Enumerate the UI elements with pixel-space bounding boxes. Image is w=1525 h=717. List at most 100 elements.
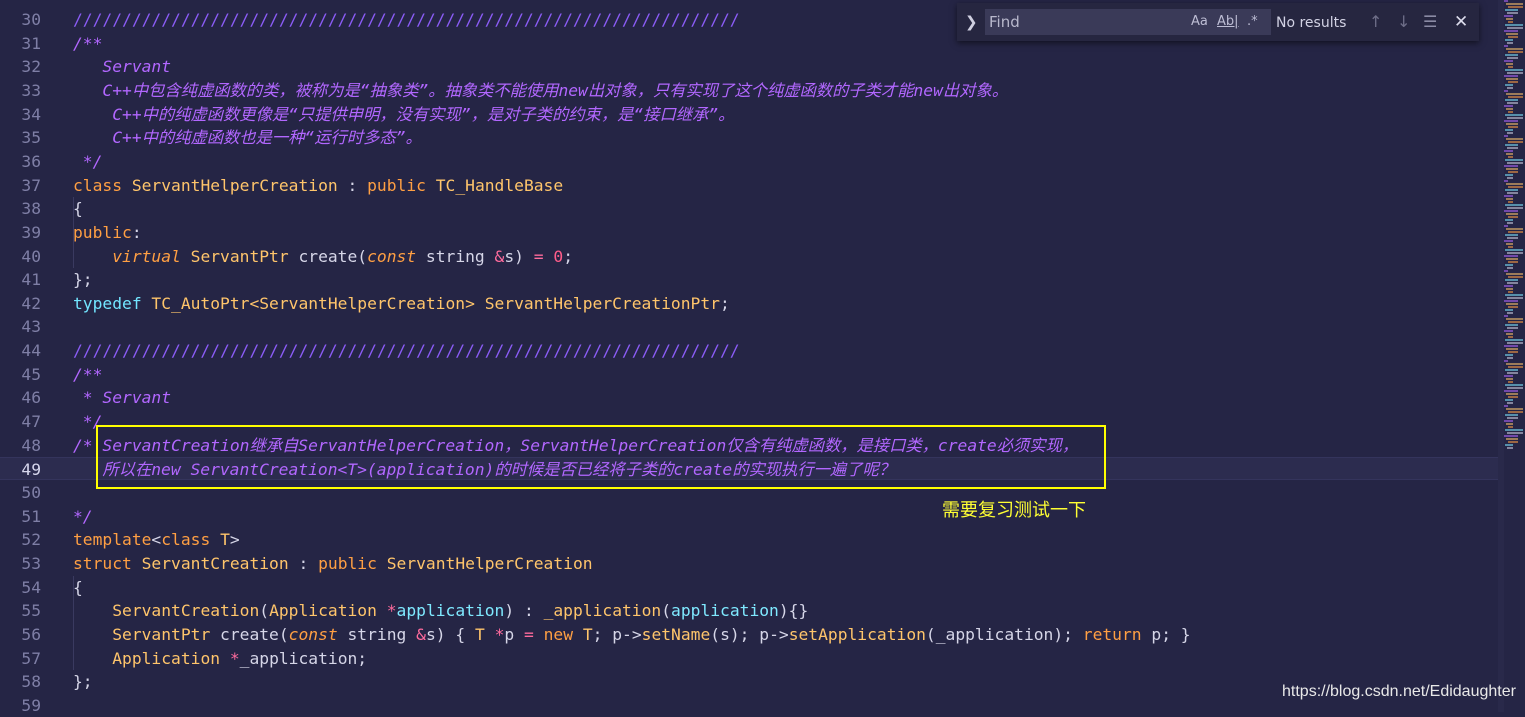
code-line[interactable]: 41}; — [0, 268, 1498, 291]
minimap-line — [1508, 366, 1523, 368]
minimap-line — [1507, 297, 1523, 299]
code-line[interactable]: 43 — [0, 315, 1498, 338]
minimap-line — [1508, 96, 1523, 98]
minimap-line — [1507, 417, 1518, 419]
minimap-line — [1505, 399, 1513, 401]
minimap-line — [1506, 153, 1513, 155]
code-line[interactable]: 34 C++中的纯虚函数更像是“只提供申明，没有实现”，是对子类的约束，是“接口… — [0, 103, 1498, 126]
code-line[interactable]: 45 /** — [0, 363, 1498, 386]
code-token: ////////////////////////////////////////… — [73, 10, 740, 29]
line-number: 59 — [21, 695, 41, 715]
close-icon[interactable]: ✕ — [1454, 12, 1468, 32]
find-status: No results — [1276, 15, 1347, 31]
minimap-line — [1504, 405, 1508, 407]
minimap-line — [1506, 408, 1523, 410]
minimap[interactable] — [1504, 0, 1525, 470]
minimap-line — [1508, 246, 1513, 248]
code-text: { — [73, 197, 83, 220]
code-token: T — [582, 624, 593, 644]
minimap-line — [1505, 204, 1523, 206]
code-token: Application — [112, 648, 230, 668]
code-line[interactable]: 59 — [0, 694, 1498, 717]
next-match-icon[interactable]: ↓ — [1397, 12, 1410, 31]
minimap-line — [1507, 432, 1523, 434]
code-line[interactable]: 33 C++中包含纯虚函数的类，被称为是“抽象类”。抽象类不能使用new出对象，… — [0, 79, 1498, 102]
minimap-line — [1507, 387, 1523, 389]
code-line[interactable]: 39 public: — [0, 221, 1498, 244]
code-text: Application *_application; — [73, 647, 367, 670]
line-number: 31 — [21, 33, 41, 53]
minimap-line — [1504, 120, 1518, 122]
minimap-line — [1504, 435, 1518, 437]
code-line[interactable]: 37 class ServantHelperCreation : public T… — [0, 174, 1498, 197]
code-line[interactable]: 35 C++中的纯虚函数也是一种“运行时多态”。 — [0, 126, 1498, 149]
minimap-line — [1508, 141, 1523, 143]
regex-icon[interactable]: .* — [1247, 14, 1258, 29]
minimap-line — [1504, 360, 1508, 362]
minimap-line — [1508, 426, 1513, 428]
minimap-line — [1506, 378, 1513, 380]
minimap-line — [1508, 21, 1513, 23]
minimap-line — [1507, 72, 1523, 74]
find-in-selection-icon[interactable]: ☰ — [1423, 12, 1437, 31]
code-line[interactable]: 54 { — [0, 576, 1498, 599]
code-line[interactable]: 42 typedef TC_AutoPtr<ServantHelperCreati… — [0, 292, 1498, 315]
code-line[interactable]: 55 ServantCreation(Application *applicat… — [0, 599, 1498, 622]
code-token: public — [318, 553, 387, 573]
minimap-line — [1505, 354, 1513, 356]
code-token: public — [367, 175, 436, 195]
minimap-line — [1508, 291, 1513, 293]
line-number: 51 — [21, 506, 41, 526]
code-token: class — [161, 530, 221, 550]
code-line[interactable]: 38 { — [0, 197, 1498, 220]
code-token: create( — [298, 246, 368, 266]
minimap-line — [1504, 150, 1513, 152]
minimap-line — [1506, 393, 1518, 395]
minimap-line — [1505, 69, 1523, 71]
code-line[interactable]: 56 ServantPtr create(const string &s) { … — [0, 623, 1498, 646]
toggle-replace-chevron-icon[interactable]: ❯ — [965, 13, 978, 31]
whole-word-icon[interactable]: Ab| — [1217, 14, 1239, 29]
code-line[interactable]: 44 //////////////////////////////////////… — [0, 339, 1498, 362]
minimap-line — [1507, 357, 1513, 359]
minimap-line — [1507, 252, 1523, 254]
minimap-line — [1505, 234, 1518, 236]
code-text: { — [73, 576, 83, 599]
code-token: p; } — [1151, 624, 1191, 644]
code-text: template<class T> — [73, 528, 240, 551]
previous-match-icon[interactable]: ↑ — [1369, 12, 1382, 31]
minimap-line — [1508, 231, 1523, 233]
code-line[interactable]: 46 * Servant — [0, 386, 1498, 409]
code-token: ServantCreation — [141, 553, 289, 573]
code-line[interactable]: 40 virtual ServantPtr create(const strin… — [0, 245, 1498, 268]
code-token: TC_AutoPtr<ServantHelperCreation> Servan… — [151, 293, 720, 313]
minimap-line — [1505, 54, 1518, 56]
code-text: class ServantHelperCreation : public TC_… — [73, 174, 563, 197]
code-line[interactable]: 32 Servant — [0, 55, 1498, 78]
code-text: }; — [73, 268, 93, 291]
code-token: const — [288, 624, 348, 644]
code-token: ServantPtr — [112, 624, 221, 644]
minimap-line — [1506, 78, 1518, 80]
minimap-line — [1505, 369, 1518, 371]
code-token: }; — [73, 270, 93, 290]
minimap-line — [1505, 39, 1513, 41]
code-line[interactable]: 52 template<class T> — [0, 528, 1498, 551]
minimap-line — [1508, 171, 1518, 173]
code-token: : — [288, 553, 319, 573]
line-number: 35 — [21, 128, 41, 148]
code-line[interactable]: 36 */ — [0, 150, 1498, 173]
code-line[interactable]: 58}; — [0, 670, 1498, 693]
code-editor[interactable]: 30 //////////////////////////////////////… — [0, 0, 1525, 715]
code-line[interactable]: 53 struct ServantCreation : public Servan… — [0, 552, 1498, 575]
code-token: new — [543, 624, 583, 644]
line-number: 33 — [21, 80, 41, 100]
code-token: s) { — [425, 624, 475, 644]
code-line[interactable]: 51 */ — [0, 505, 1498, 528]
minimap-line — [1507, 57, 1518, 59]
minimap-line — [1504, 195, 1513, 197]
code-line[interactable]: 57 Application *_application; — [0, 647, 1498, 670]
minimap-line — [1504, 60, 1513, 62]
match-case-icon[interactable]: Aa — [1191, 14, 1208, 29]
